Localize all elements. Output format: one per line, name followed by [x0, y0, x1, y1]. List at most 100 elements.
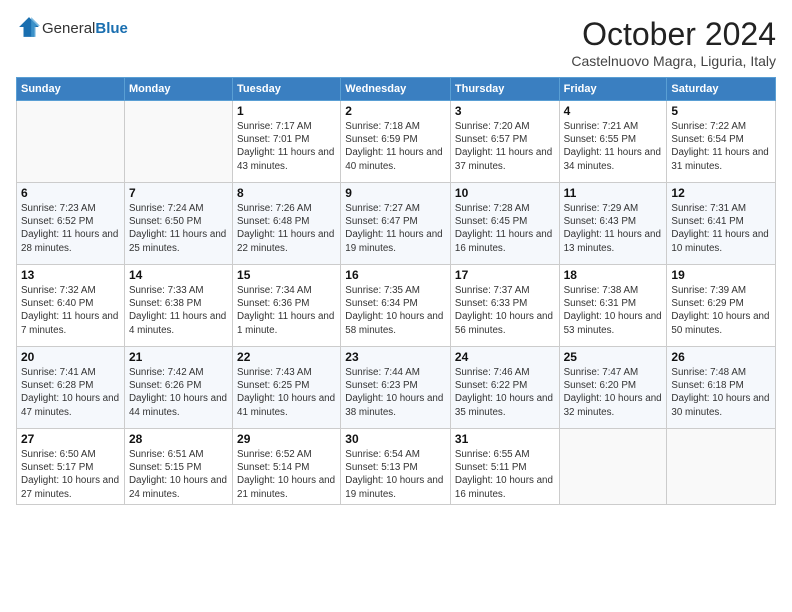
day-info: Sunrise: 7:22 AMSunset: 6:54 PMDaylight:… [671, 120, 771, 173]
calendar-cell: 8Sunrise: 7:26 AMSunset: 6:48 PMDaylight… [233, 183, 341, 265]
day-number: 3 [455, 104, 555, 118]
calendar-week-row: 20Sunrise: 7:41 AMSunset: 6:28 PMDayligh… [17, 347, 776, 429]
calendar-cell: 19Sunrise: 7:39 AMSunset: 6:29 PMDayligh… [667, 265, 776, 347]
day-number: 26 [671, 350, 771, 364]
day-info: Sunrise: 6:54 AMSunset: 5:13 PMDaylight:… [345, 448, 446, 501]
day-info: Sunrise: 7:23 AMSunset: 6:52 PMDaylight:… [21, 202, 120, 255]
calendar-cell: 27 Sunrise: 6:50 AMSunset: 5:17 PMDayligh… [17, 429, 125, 505]
day-info: Sunrise: 7:18 AMSunset: 6:59 PMDaylight:… [345, 120, 446, 173]
day-number: 30 [345, 432, 446, 446]
day-info: Sunrise: 7:35 AMSunset: 6:34 PMDaylight:… [345, 284, 446, 337]
calendar-cell [17, 101, 125, 183]
header: GeneralBlue October 2024 Castelnuovo Mag… [16, 16, 776, 69]
day-number: 25 [564, 350, 663, 364]
weekday-header-cell: Sunday [17, 78, 125, 101]
calendar-cell: 2Sunrise: 7:18 AMSunset: 6:59 PMDaylight… [341, 101, 451, 183]
calendar-cell: 30 Sunrise: 6:54 AMSunset: 5:13 PMDayligh… [341, 429, 451, 505]
calendar-cell: 17 Sunrise: 7:37 AMSunset: 6:33 PMDayligh… [450, 265, 559, 347]
weekday-header-cell: Friday [559, 78, 667, 101]
day-number: 1 [237, 104, 336, 118]
calendar-cell: 21 Sunrise: 7:42 AMSunset: 6:26 PMDayligh… [124, 347, 232, 429]
day-info: Sunrise: 7:31 AMSunset: 6:41 PMDaylight:… [671, 202, 771, 255]
month-title: October 2024 [571, 16, 776, 53]
day-number: 28 [129, 432, 228, 446]
day-info: Sunrise: 7:42 AMSunset: 6:26 PMDaylight:… [129, 366, 228, 419]
weekday-header-cell: Monday [124, 78, 232, 101]
day-number: 24 [455, 350, 555, 364]
day-info: Sunrise: 7:44 AMSunset: 6:23 PMDaylight:… [345, 366, 446, 419]
day-number: 9 [345, 186, 446, 200]
day-number: 29 [237, 432, 336, 446]
calendar-cell: 15Sunrise: 7:34 AMSunset: 6:36 PMDayligh… [233, 265, 341, 347]
calendar-table: SundayMondayTuesdayWednesdayThursdayFrid… [16, 77, 776, 505]
day-info: Sunrise: 7:28 AMSunset: 6:45 PMDaylight:… [455, 202, 555, 255]
day-info: Sunrise: 7:33 AMSunset: 6:38 PMDaylight:… [129, 284, 228, 337]
day-info: Sunrise: 7:27 AMSunset: 6:47 PMDaylight:… [345, 202, 446, 255]
day-number: 10 [455, 186, 555, 200]
day-number: 6 [21, 186, 120, 200]
logo: GeneralBlue [16, 16, 128, 43]
calendar-cell: 1 Sunrise: 7:17 AMSunset: 7:01 PMDaylight… [233, 101, 341, 183]
day-number: 5 [671, 104, 771, 118]
calendar-cell: 14 Sunrise: 7:33 AMSunset: 6:38 PMDayligh… [124, 265, 232, 347]
day-number: 14 [129, 268, 228, 282]
logo-blue-text: Blue [95, 20, 128, 37]
calendar-cell [559, 429, 667, 505]
day-info: Sunrise: 7:37 AMSunset: 6:33 PMDaylight:… [455, 284, 555, 337]
calendar-cell: 23 Sunrise: 7:44 AMSunset: 6:23 PMDayligh… [341, 347, 451, 429]
calendar-week-row: 1 Sunrise: 7:17 AMSunset: 7:01 PMDaylight… [17, 101, 776, 183]
day-number: 22 [237, 350, 336, 364]
day-info: Sunrise: 7:24 AMSunset: 6:50 PMDaylight:… [129, 202, 228, 255]
calendar-body: 1 Sunrise: 7:17 AMSunset: 7:01 PMDaylight… [17, 101, 776, 505]
weekday-header-cell: Tuesday [233, 78, 341, 101]
calendar-cell [124, 101, 232, 183]
calendar-cell: 24Sunrise: 7:46 AMSunset: 6:22 PMDayligh… [450, 347, 559, 429]
calendar-cell: 28 Sunrise: 6:51 AMSunset: 5:15 PMDayligh… [124, 429, 232, 505]
weekday-header-cell: Wednesday [341, 78, 451, 101]
day-number: 21 [129, 350, 228, 364]
day-info: Sunrise: 6:52 AMSunset: 5:14 PMDaylight:… [237, 448, 336, 501]
day-number: 7 [129, 186, 228, 200]
calendar-cell: 26 Sunrise: 7:48 AMSunset: 6:18 PMDayligh… [667, 347, 776, 429]
day-number: 31 [455, 432, 555, 446]
calendar-cell: 10 Sunrise: 7:28 AMSunset: 6:45 PMDayligh… [450, 183, 559, 265]
day-info: Sunrise: 7:38 AMSunset: 6:31 PMDaylight:… [564, 284, 663, 337]
calendar-cell: 16Sunrise: 7:35 AMSunset: 6:34 PMDayligh… [341, 265, 451, 347]
logo-general-text: General [42, 20, 95, 37]
day-info: Sunrise: 7:32 AMSunset: 6:40 PMDaylight:… [21, 284, 120, 337]
calendar-cell: 13 Sunrise: 7:32 AMSunset: 6:40 PMDayligh… [17, 265, 125, 347]
weekday-header-cell: Saturday [667, 78, 776, 101]
day-number: 8 [237, 186, 336, 200]
calendar-cell: 4Sunrise: 7:21 AMSunset: 6:55 PMDaylight… [559, 101, 667, 183]
day-number: 27 [21, 432, 120, 446]
day-number: 17 [455, 268, 555, 282]
day-info: Sunrise: 7:48 AMSunset: 6:18 PMDaylight:… [671, 366, 771, 419]
calendar-cell: 11Sunrise: 7:29 AMSunset: 6:43 PMDayligh… [559, 183, 667, 265]
day-number: 23 [345, 350, 446, 364]
day-number: 12 [671, 186, 771, 200]
page: GeneralBlue October 2024 Castelnuovo Mag… [0, 0, 792, 612]
day-info: Sunrise: 7:41 AMSunset: 6:28 PMDaylight:… [21, 366, 120, 419]
day-number: 13 [21, 268, 120, 282]
calendar-cell: 18 Sunrise: 7:38 AMSunset: 6:31 PMDayligh… [559, 265, 667, 347]
calendar-cell: 29 Sunrise: 6:52 AMSunset: 5:14 PMDayligh… [233, 429, 341, 505]
calendar-cell [667, 429, 776, 505]
day-info: Sunrise: 6:55 AMSunset: 5:11 PMDaylight:… [455, 448, 555, 501]
calendar-cell: 6 Sunrise: 7:23 AMSunset: 6:52 PMDaylight… [17, 183, 125, 265]
day-info: Sunrise: 6:50 AMSunset: 5:17 PMDaylight:… [21, 448, 120, 501]
calendar-cell: 5 Sunrise: 7:22 AMSunset: 6:54 PMDaylight… [667, 101, 776, 183]
day-info: Sunrise: 7:34 AMSunset: 6:36 PMDaylight:… [237, 284, 336, 337]
day-info: Sunrise: 7:39 AMSunset: 6:29 PMDaylight:… [671, 284, 771, 337]
calendar-week-row: 13 Sunrise: 7:32 AMSunset: 6:40 PMDayligh… [17, 265, 776, 347]
calendar-week-row: 6 Sunrise: 7:23 AMSunset: 6:52 PMDaylight… [17, 183, 776, 265]
day-info: Sunrise: 7:47 AMSunset: 6:20 PMDaylight:… [564, 366, 663, 419]
day-info: Sunrise: 7:17 AMSunset: 7:01 PMDaylight:… [237, 120, 336, 173]
location-title: Castelnuovo Magra, Liguria, Italy [571, 53, 776, 69]
day-number: 18 [564, 268, 663, 282]
day-number: 4 [564, 104, 663, 118]
day-number: 11 [564, 186, 663, 200]
day-info: Sunrise: 6:51 AMSunset: 5:15 PMDaylight:… [129, 448, 228, 501]
calendar-cell: 31 Sunrise: 6:55 AMSunset: 5:11 PMDayligh… [450, 429, 559, 505]
calendar-cell: 9 Sunrise: 7:27 AMSunset: 6:47 PMDaylight… [341, 183, 451, 265]
calendar-cell: 25 Sunrise: 7:47 AMSunset: 6:20 PMDayligh… [559, 347, 667, 429]
